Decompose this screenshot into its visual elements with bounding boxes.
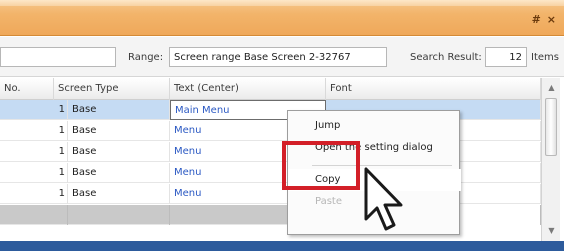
cell-number: 1 (0, 163, 68, 183)
range-field[interactable]: Screen range Base Screen 2-32767 (169, 47, 387, 67)
cell-number: 1 (0, 100, 68, 120)
cell-screen-type (68, 205, 170, 225)
search-input[interactable] (0, 47, 116, 67)
mouse-pointer-icon (364, 167, 403, 231)
pin-icon[interactable]: # (532, 13, 541, 26)
cell-screen-type: Base (68, 100, 170, 120)
scroll-down-arrow-icon[interactable]: ▼ (542, 223, 561, 239)
items-label: Items (531, 52, 559, 63)
panel-titlebar: # × (0, 0, 564, 36)
titlebar-buttons: # × (532, 13, 556, 26)
scroll-up-arrow-icon[interactable]: ▲ (542, 80, 561, 96)
search-result-label: Search Result: (410, 52, 482, 63)
cell-screen-type: Base (68, 142, 170, 162)
search-result-count: 12 (485, 47, 527, 67)
range-label: Range: (128, 52, 164, 63)
column-header-text-center[interactable]: Text (Center) (170, 78, 326, 100)
grid-header: No. Screen Type Text (Center) Font (0, 78, 541, 100)
column-header-font[interactable]: Font (326, 78, 541, 100)
cell-number (0, 205, 68, 225)
search-bar: Range: Screen range Base Screen 2-32767 … (0, 37, 564, 77)
cell-number: 1 (0, 184, 68, 204)
column-header-screen-type[interactable]: Screen Type (54, 78, 170, 100)
vertical-scrollbar[interactable]: ▲ ▼ (541, 78, 560, 241)
close-icon[interactable]: × (547, 13, 556, 26)
menu-item-jump[interactable]: Jump (288, 115, 461, 137)
titlebar-top-strip (0, 0, 564, 6)
copy-highlight-box (282, 141, 360, 190)
scrollbar-thumb[interactable] (545, 98, 557, 156)
cell-number: 1 (0, 121, 68, 141)
bottom-status-strip (0, 241, 564, 251)
cell-screen-type: Base (68, 121, 170, 141)
cell-number: 1 (0, 142, 68, 162)
cell-screen-type: Base (68, 184, 170, 204)
column-header-no[interactable]: No. (0, 78, 54, 100)
cell-screen-type: Base (68, 163, 170, 183)
